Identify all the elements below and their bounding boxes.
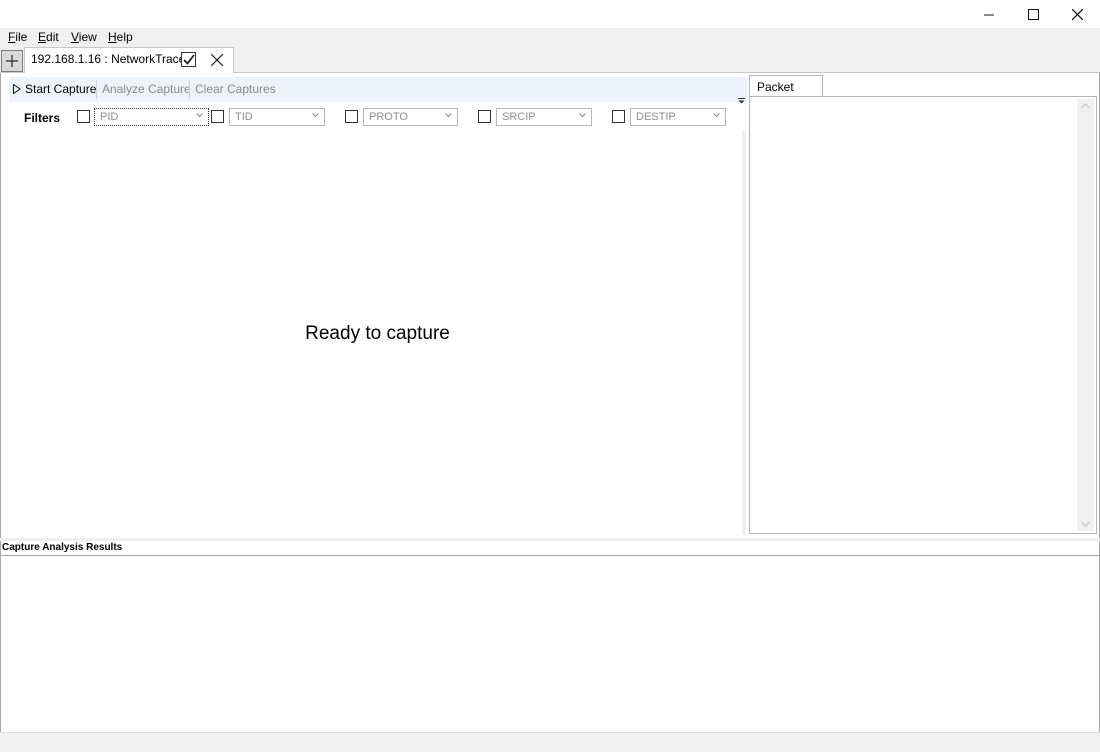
checkmark-icon <box>182 54 195 65</box>
maximize-icon <box>1027 8 1039 20</box>
menu-edit[interactable]: Edit <box>38 30 59 44</box>
status-bar <box>0 732 1100 752</box>
capture-analysis-results <box>0 556 1100 732</box>
chevron-down-icon <box>713 113 720 118</box>
pid-filter-combo[interactable]: PID <box>94 108 209 126</box>
proto-placeholder: PROTO <box>369 111 408 123</box>
menu-view[interactable]: View <box>71 30 97 44</box>
analyze-capture-button[interactable]: Analyze Capture <box>102 82 191 96</box>
menu-help-mnemonic: H <box>108 30 117 44</box>
packet-data-view <box>749 96 1097 534</box>
srcip-placeholder: SRCIP <box>502 111 536 123</box>
proto-filter-checkbox[interactable] <box>345 110 358 123</box>
menu-view-mnemonic: V <box>71 30 79 44</box>
srcip-filter-checkbox[interactable] <box>478 110 491 123</box>
filters-label: Filters <box>24 111 61 125</box>
plus-icon <box>6 55 18 67</box>
tab-title: 192.168.1.16 : NetworkTrace <box>31 52 186 66</box>
menu-bar: File Edit View Help <box>0 28 1100 47</box>
destip-filter-checkbox[interactable] <box>612 110 625 123</box>
tab-close-button[interactable] <box>208 51 226 69</box>
chevron-down-icon <box>196 113 203 118</box>
srcip-filter-combo[interactable]: SRCIP <box>496 108 592 126</box>
start-capture-label: Start Capture <box>25 82 97 96</box>
tid-filter-combo[interactable]: TID <box>229 108 325 126</box>
chevron-down-icon <box>312 113 319 118</box>
capture-workspace: Start Capture Analyze Capture Clear Capt… <box>0 73 1100 538</box>
minimize-icon <box>983 14 994 15</box>
menu-edit-rest: dit <box>46 30 59 44</box>
menu-view-rest: iew <box>78 30 97 44</box>
maximize-button[interactable] <box>1010 0 1056 28</box>
start-capture-button[interactable]: Start Capture <box>13 82 96 96</box>
toolbar-divider <box>96 80 97 99</box>
results-header: Capture Analysis Results <box>0 541 1100 556</box>
menu-file[interactable]: File <box>8 30 27 44</box>
tab-packet-data[interactable]: Packet Data <box>749 75 823 108</box>
close-icon <box>211 54 223 66</box>
tab-enable-checkbox[interactable] <box>181 52 196 67</box>
capture-status-message: Ready to capture <box>305 323 450 344</box>
scroll-up-icon[interactable] <box>1081 103 1090 109</box>
close-icon <box>1071 8 1083 20</box>
proto-filter-combo[interactable]: PROTO <box>363 108 458 126</box>
tab-network-trace[interactable]: 192.168.1.16 : NetworkTrace <box>24 47 234 73</box>
overflow-icon <box>738 98 745 104</box>
filters-row: Filters PID TID PROTO SRCIP DESTIP <box>1 106 747 130</box>
scroll-down-icon[interactable] <box>1081 521 1090 527</box>
destip-placeholder: DESTIP <box>636 111 676 123</box>
destip-filter-combo[interactable]: DESTIP <box>630 108 726 126</box>
toolbar-overflow-button[interactable] <box>738 93 745 107</box>
title-bar <box>0 0 1100 28</box>
menu-edit-mnemonic: E <box>38 30 47 44</box>
close-window-button[interactable] <box>1054 0 1100 28</box>
play-icon <box>13 84 21 94</box>
chevron-down-icon <box>579 113 586 118</box>
capture-toolbar: Start Capture Analyze Capture Clear Capt… <box>9 77 747 104</box>
chevron-down-icon <box>445 113 452 118</box>
tid-placeholder: TID <box>235 111 253 123</box>
clear-captures-button[interactable]: Clear Captures <box>195 82 276 96</box>
menu-help-rest: elp <box>116 30 133 44</box>
packet-data-scrollbar[interactable] <box>1077 99 1094 531</box>
pid-filter-checkbox[interactable] <box>77 110 90 123</box>
menu-help[interactable]: Help <box>108 30 133 44</box>
menu-file-rest: ile <box>15 30 28 44</box>
pid-placeholder: PID <box>100 111 119 123</box>
tid-filter-checkbox[interactable] <box>211 110 224 123</box>
add-tab-button[interactable] <box>1 50 23 72</box>
packet-data-pane: Packet Data <box>747 73 1099 536</box>
toolbar-divider <box>189 80 190 99</box>
minimize-button[interactable] <box>966 0 1012 28</box>
document-tab-strip: 192.168.1.16 : NetworkTrace <box>0 47 1100 73</box>
